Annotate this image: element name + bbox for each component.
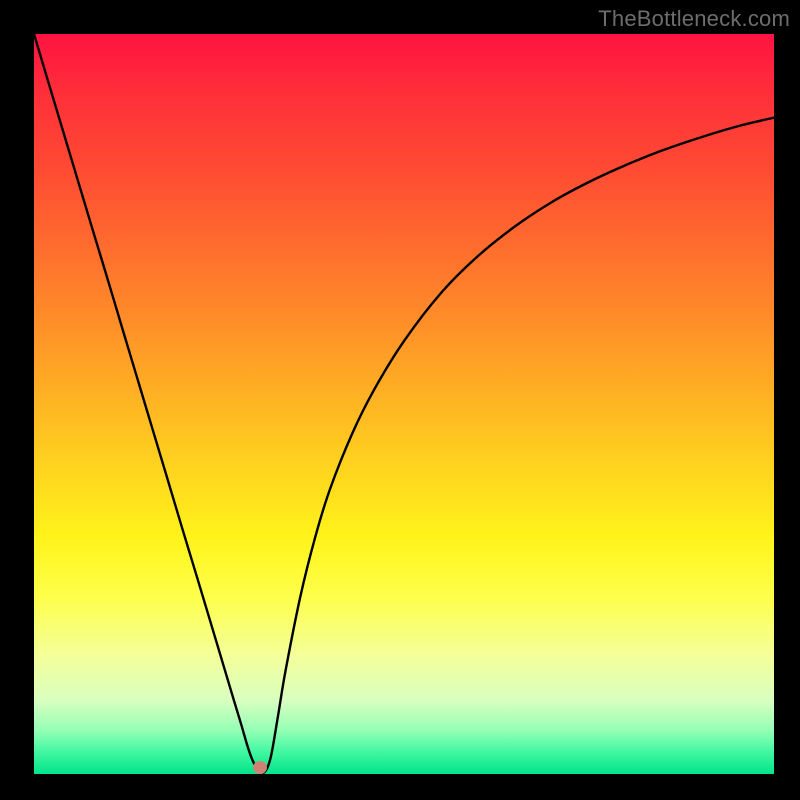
watermark-text: TheBottleneck.com xyxy=(598,6,790,32)
chart-frame: TheBottleneck.com xyxy=(0,0,800,800)
minimum-point-dot xyxy=(253,761,267,774)
plot-area xyxy=(34,34,774,774)
bottleneck-curve xyxy=(34,34,774,773)
curve-layer xyxy=(34,34,774,774)
